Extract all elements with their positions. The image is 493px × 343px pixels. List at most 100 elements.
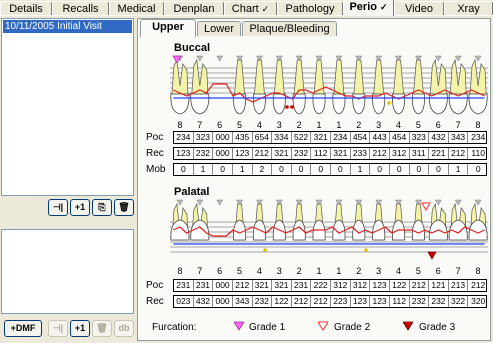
value-cell[interactable]: 2	[253, 164, 273, 175]
value-cell[interactable]: 222	[311, 280, 331, 291]
visit-list[interactable]: 10/11/2005 Initial Visit	[1, 18, 134, 196]
visit-item[interactable]: 10/11/2005 Initial Visit	[3, 20, 132, 33]
value-cell[interactable]: 312	[331, 280, 351, 291]
buccal-poc-row[interactable]: 234 323 000 435 654 334 522 321 234 454 443 454 323 4…	[173, 131, 487, 144]
value-cell[interactable]: 323	[410, 132, 430, 143]
value-cell[interactable]: 212	[410, 280, 430, 291]
db-dmf-button[interactable]: db	[114, 320, 134, 337]
buccal-mob-row[interactable]: 0101200001000010	[173, 163, 487, 176]
value-cell[interactable]: 343	[233, 296, 253, 307]
value-cell[interactable]: 122	[272, 296, 292, 307]
value-cell[interactable]: 232	[410, 296, 430, 307]
tab-upper[interactable]: Upper	[140, 19, 196, 37]
tab-plaque-bleeding[interactable]: Plaque/Bleeding	[242, 21, 337, 36]
value-cell[interactable]: 122	[390, 280, 410, 291]
value-cell[interactable]: 123	[370, 280, 390, 291]
tab-denplan[interactable]: Denplan	[164, 1, 224, 15]
value-cell[interactable]: 435	[233, 132, 253, 143]
value-cell[interactable]: 233	[351, 148, 371, 159]
value-cell[interactable]: 232	[253, 296, 273, 307]
value-cell[interactable]: 123	[351, 296, 371, 307]
value-cell[interactable]: 322	[449, 296, 469, 307]
buccal-rec-row[interactable]: 123 232 000 123 212 321 232 112 321 233 212 312 311 2…	[173, 147, 487, 160]
value-cell[interactable]: 1	[233, 164, 253, 175]
value-cell[interactable]: 443	[370, 132, 390, 143]
tab-recalls[interactable]: Recalls	[52, 1, 109, 15]
value-cell[interactable]: 321	[272, 280, 292, 291]
value-cell[interactable]: 231	[174, 280, 194, 291]
value-cell[interactable]: 454	[351, 132, 371, 143]
buccal-tooth-chart[interactable]	[170, 54, 488, 120]
value-cell[interactable]: 0	[272, 164, 292, 175]
value-cell[interactable]: 432	[194, 296, 214, 307]
value-cell[interactable]: 000	[213, 132, 233, 143]
value-cell[interactable]: 312	[351, 280, 371, 291]
value-cell[interactable]: 1	[449, 164, 469, 175]
value-cell[interactable]: 654	[253, 132, 273, 143]
value-cell[interactable]: 321	[331, 148, 351, 159]
value-cell[interactable]: 123	[233, 148, 253, 159]
value-cell[interactable]: 432	[429, 132, 449, 143]
tab-perio[interactable]: Perio ✓	[343, 0, 394, 16]
value-cell[interactable]: 212	[370, 148, 390, 159]
value-cell[interactable]: 123	[174, 148, 194, 159]
value-cell[interactable]: 112	[311, 148, 331, 159]
palatal-rec-row[interactable]: 023 432 000 343 232 122 212 212 223 123 123 112 232 2…	[173, 295, 487, 308]
value-cell[interactable]: 0	[331, 164, 351, 175]
tab-medical[interactable]: Medical	[109, 1, 164, 15]
tab-chart[interactable]: Chart ✓	[224, 1, 277, 15]
palatal-tooth-chart[interactable]	[170, 198, 488, 266]
value-cell[interactable]: 232	[292, 148, 312, 159]
add-one-dmf-button[interactable]: +1	[70, 320, 90, 337]
tab-pathology[interactable]: Pathology	[277, 1, 343, 15]
value-cell[interactable]: 234	[174, 132, 194, 143]
value-cell[interactable]: 522	[292, 132, 312, 143]
value-cell[interactable]: 223	[331, 296, 351, 307]
value-cell[interactable]: 221	[429, 148, 449, 159]
value-cell[interactable]: 000	[213, 296, 233, 307]
value-cell[interactable]: 0	[174, 164, 194, 175]
value-cell[interactable]: 212	[253, 148, 273, 159]
value-cell[interactable]: 112	[390, 296, 410, 307]
value-cell[interactable]: 0	[311, 164, 331, 175]
value-cell[interactable]: 321	[253, 280, 273, 291]
value-cell[interactable]: 121	[429, 280, 449, 291]
tab-details[interactable]: Details	[0, 1, 52, 15]
value-cell[interactable]: 232	[429, 296, 449, 307]
tab-xray[interactable]: Xray	[444, 1, 493, 15]
value-cell[interactable]: 321	[272, 148, 292, 159]
value-cell[interactable]: 320	[468, 296, 488, 307]
dmf-list[interactable]	[1, 229, 134, 314]
value-cell[interactable]: 023	[174, 296, 194, 307]
value-cell[interactable]: 231	[292, 280, 312, 291]
value-cell[interactable]: 212	[233, 280, 253, 291]
value-cell[interactable]: 454	[390, 132, 410, 143]
add-visit-button[interactable]: +1	[70, 199, 90, 216]
value-cell[interactable]: 123	[370, 296, 390, 307]
value-cell[interactable]: 212	[311, 296, 331, 307]
value-cell[interactable]: 212	[449, 148, 469, 159]
value-cell[interactable]: 1	[351, 164, 371, 175]
value-cell[interactable]: 0	[390, 164, 410, 175]
value-cell[interactable]: 212	[292, 296, 312, 307]
value-cell[interactable]: 000	[213, 148, 233, 159]
value-cell[interactable]: 213	[449, 280, 469, 291]
value-cell[interactable]: 0	[213, 164, 233, 175]
value-cell[interactable]: 000	[213, 280, 233, 291]
tab-video[interactable]: Video	[394, 1, 444, 15]
value-cell[interactable]: 232	[194, 148, 214, 159]
value-cell[interactable]: 231	[194, 280, 214, 291]
value-cell[interactable]: 234	[468, 132, 488, 143]
add-dmf-button[interactable]: +DMF	[4, 320, 42, 337]
value-cell[interactable]: 0	[410, 164, 430, 175]
copy-visit-button[interactable]: ⎘	[92, 199, 112, 216]
value-cell[interactable]: 334	[272, 132, 292, 143]
value-cell[interactable]: 311	[410, 148, 430, 159]
palatal-poc-row[interactable]: 231 231 000 212 321 321 231 222 312 312 123 122 212 1…	[173, 279, 487, 292]
delete-dmf-button[interactable]: 🗑	[92, 320, 112, 337]
split-visit-button[interactable]: ⊣|	[48, 199, 68, 216]
split-dmf-button[interactable]: ⊣|	[48, 320, 68, 337]
value-cell[interactable]: 0	[468, 164, 488, 175]
value-cell[interactable]: 312	[390, 148, 410, 159]
value-cell[interactable]: 321	[311, 132, 331, 143]
